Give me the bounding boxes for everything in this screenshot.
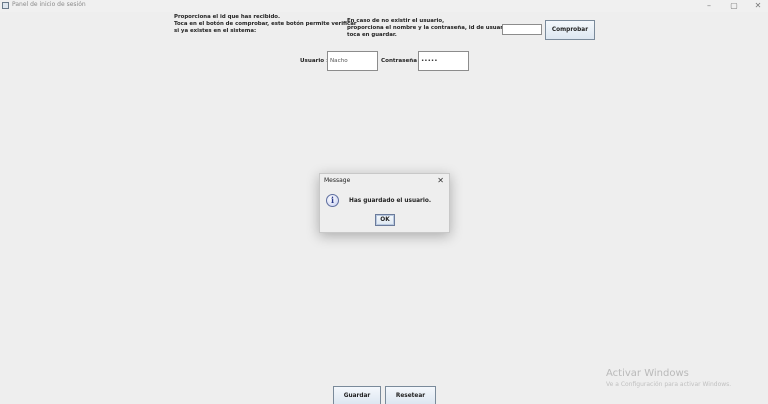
message-dialog: Message ✕ i Has guardado el usuario. OK bbox=[319, 173, 450, 233]
instructions-right: En caso de no existir el usuario, propor… bbox=[347, 18, 511, 39]
dialog-title: Message bbox=[324, 177, 351, 184]
instruction-line: si ya existes en el sistema: bbox=[174, 28, 257, 34]
activation-watermark-subtitle: Ve a Configuración para activar Windows. bbox=[606, 381, 732, 388]
ok-button[interactable]: OK bbox=[375, 214, 395, 226]
instruction-line: Toca en el botón de comprobar, este botó… bbox=[174, 21, 357, 27]
maximize-button[interactable]: ▢ bbox=[722, 0, 746, 12]
username-label: Usuario : bbox=[300, 58, 329, 64]
dialog-close-icon[interactable]: ✕ bbox=[437, 176, 444, 185]
check-button[interactable]: Comprobar bbox=[545, 20, 595, 40]
dialog-message: Has guardado el usuario. bbox=[349, 198, 432, 204]
java-app-icon bbox=[2, 2, 9, 9]
instruction-line: En caso de no existir el usuario, bbox=[347, 18, 445, 24]
window-title: Panel de inicio de sesión bbox=[12, 1, 86, 8]
minimize-button[interactable]: – bbox=[697, 0, 721, 12]
password-label: Contraseña : bbox=[381, 58, 422, 64]
close-window-button[interactable]: ✕ bbox=[746, 0, 768, 12]
instruction-line: toca en guardar. bbox=[347, 32, 397, 38]
information-icon: i bbox=[326, 194, 339, 207]
reset-button[interactable]: Resetear bbox=[385, 386, 436, 404]
username-field[interactable]: Nacho bbox=[327, 51, 378, 71]
activation-watermark-title: Activar Windows bbox=[606, 368, 689, 379]
instructions-left: Proporciona el id que has recibido. Toca… bbox=[174, 14, 357, 35]
instruction-line: proporciona el nombre y la contraseña, i… bbox=[347, 25, 511, 31]
title-bar: Panel de inicio de sesión – ▢ ✕ bbox=[0, 0, 768, 12]
instruction-line: Proporciona el id que has recibido. bbox=[174, 14, 281, 20]
save-button[interactable]: Guardar bbox=[333, 386, 381, 404]
user-id-input[interactable] bbox=[502, 24, 542, 35]
password-field[interactable]: ••••• bbox=[418, 51, 469, 71]
